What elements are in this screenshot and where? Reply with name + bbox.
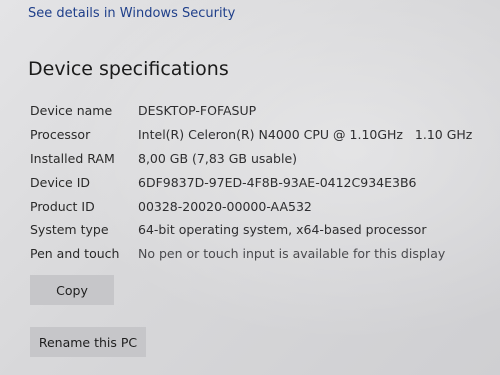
spec-label: Product ID [30,198,95,214]
spec-value: 00328-20020-00000-AA532 [138,198,312,214]
windows-security-link[interactable]: See details in Windows Security [28,6,235,21]
spec-label: Processor [30,127,91,143]
about-settings-page: See details in Windows Security Device s… [0,0,500,375]
spec-row-processor: Processor Intel(R) Celeron(R) N4000 CPU … [30,123,490,147]
spec-label: Installed RAM [30,150,115,166]
spec-row-device-id: Device ID 6DF9837D-97ED-4F8B-93AE-0412C9… [30,170,490,194]
spec-label: Pen and touch [30,246,120,262]
spec-row-device-name: Device name DESKTOP-FOFASUP [30,99,490,123]
device-specifications-list: Device name DESKTOP-FOFASUP Processor In… [30,99,490,266]
rename-pc-button[interactable]: Rename this PC [30,327,146,357]
spec-value: Intel(R) Celeron(R) N4000 CPU @ 1.10GHz … [138,127,473,143]
spec-label: System type [30,222,109,238]
section-title: Device specifications [28,58,229,80]
spec-value: 64-bit operating system, x64-based proce… [138,222,427,238]
spec-row-system-type: System type 64-bit operating system, x64… [30,218,490,242]
spec-value: 6DF9837D-97ED-4F8B-93AE-0412C934E3B6 [138,174,417,190]
spec-label: Device ID [30,174,91,190]
copy-button[interactable]: Copy [30,275,114,305]
spec-row-product-id: Product ID 00328-20020-00000-AA532 [30,194,490,218]
spec-row-installed-ram: Installed RAM 8,00 GB (7,83 GB usable) [30,147,490,171]
spec-value: 8,00 GB (7,83 GB usable) [138,150,298,166]
spec-label: Device name [30,103,113,119]
spec-row-pen-and-touch: Pen and touch No pen or touch input is a… [30,242,490,266]
spec-value: No pen or touch input is available for t… [138,246,446,262]
spec-value: DESKTOP-FOFASUP [138,103,257,119]
